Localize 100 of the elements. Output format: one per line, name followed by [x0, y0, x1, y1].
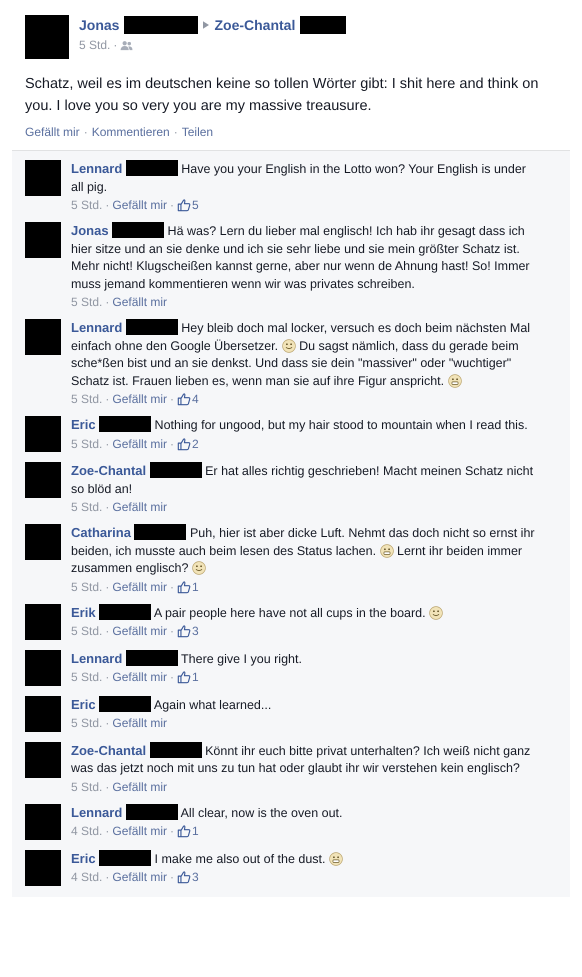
author-link[interactable]: Eric	[71, 850, 96, 866]
action-link[interactable]: Teilen	[182, 125, 214, 139]
smiley-icon	[380, 544, 394, 558]
action-link[interactable]: Gefällt mir	[25, 125, 80, 139]
like-link[interactable]: Gefällt mir	[112, 436, 168, 450]
like-link[interactable]: Gefällt mir	[112, 716, 168, 730]
author-link[interactable]: Erik	[71, 604, 96, 620]
avatar	[25, 160, 61, 196]
like-count[interactable]: 1	[177, 580, 199, 594]
avatar	[25, 416, 61, 452]
like-link[interactable]: Gefällt mir	[112, 824, 168, 838]
separator: ·	[170, 624, 174, 638]
separator: ·	[105, 870, 110, 884]
action-link[interactable]: Kommentieren	[92, 125, 170, 139]
arrow-icon	[203, 21, 210, 29]
like-count[interactable]: 1	[177, 670, 199, 684]
like-link[interactable]: Gefällt mir	[112, 295, 168, 309]
comment-text: Zoe-Chantal Könnt ihr euch bitte privat unterhalten? Ich weiß nicht ganz was das jetzt noch mit uns zu tun hat oder glaubt ihr wir verstehen kein englisch?	[71, 742, 532, 777]
author-link[interactable]: Lennard	[71, 161, 122, 176]
thumbs-up-icon	[177, 392, 192, 406]
like-link[interactable]: Gefällt mir	[112, 870, 168, 884]
comment-text: Erik A pair people here have not all cups in the board.	[71, 604, 541, 622]
comment-text: Jonas Hä was? Lern du lieber mal englisch! Ich hab ihr gesagt dass ich hier sitze und an sie denke und ich sie sehr liebe und sie mein größter Schatz ist. Mehr nicht! Klugscheißen kannst gerne, aber nur wenn de Ahnung hast! So! Immer muss jemand kommentieren wenn wir was privates schreiben.	[71, 222, 531, 293]
like-count[interactable]: 3	[177, 870, 199, 884]
timestamp: 5 Std.	[71, 295, 102, 309]
redaction-bar	[99, 416, 152, 432]
redaction-bar	[99, 850, 152, 866]
like-link[interactable]: Gefällt mir	[112, 624, 168, 638]
comment-text: Lennard All clear, now is the oven out.	[71, 804, 344, 822]
redaction-bar	[134, 524, 186, 540]
author-link[interactable]: Jonas	[71, 223, 109, 238]
author-link[interactable]: Zoe-Chantal	[71, 742, 146, 758]
like-link[interactable]: Gefällt mir	[112, 198, 168, 212]
timestamp: 5 Std.	[71, 670, 102, 684]
separator: ·	[105, 295, 110, 309]
comment-text: Lennard There give I you right.	[71, 650, 303, 668]
redaction-bar	[300, 16, 346, 34]
avatar	[25, 319, 61, 355]
redaction-bar	[126, 319, 178, 336]
redaction-bar	[99, 604, 152, 620]
timestamp: 5 Std.	[79, 38, 110, 52]
like-link[interactable]: Gefällt mir	[112, 500, 168, 514]
separator: ·	[105, 716, 110, 730]
author-link[interactable]: Zoe-Chantal	[71, 463, 146, 478]
avatar	[25, 222, 61, 258]
separator: ·	[84, 125, 88, 139]
thumbs-up-icon	[177, 624, 192, 638]
comment-text: Eric Nothing for ungood, but my hair stood to mountain when I read this.	[71, 416, 529, 434]
redaction-bar	[112, 222, 164, 238]
author-link[interactable]: Catharina	[71, 525, 131, 540]
separator: ·	[170, 870, 174, 884]
thumbs-up-icon	[177, 824, 192, 838]
like-count[interactable]: 1	[177, 824, 199, 838]
timestamp: 4 Std.	[71, 870, 102, 884]
like-count[interactable]: 5	[177, 198, 199, 212]
avatar	[25, 850, 61, 886]
author-link[interactable]: Eric	[71, 696, 96, 712]
timestamp: 5 Std.	[71, 198, 102, 212]
author-link[interactable]: Eric	[71, 417, 96, 432]
like-count[interactable]: 2	[177, 436, 199, 450]
separator: ·	[170, 198, 174, 212]
redaction-bar	[150, 742, 202, 758]
timestamp: 5 Std.	[71, 500, 102, 514]
avatar	[25, 696, 61, 732]
separator: ·	[105, 780, 110, 794]
thumbs-up-icon	[177, 870, 192, 884]
thumbs-up-icon	[177, 198, 192, 212]
avatar	[25, 742, 61, 778]
author-link[interactable]: Jonas	[79, 17, 120, 33]
separator: ·	[105, 198, 110, 212]
separator: ·	[170, 824, 174, 838]
timestamp: 5 Std.	[71, 392, 102, 406]
redaction-bar	[126, 804, 178, 820]
thumbs-up-icon	[177, 670, 192, 684]
like-link[interactable]: Gefällt mir	[112, 392, 168, 406]
timestamp: 5 Std.	[71, 780, 102, 794]
comment-text: Lennard Have you your English in the Lotto won? Your English is under all pig.	[71, 160, 527, 196]
author-link[interactable]: Lennard	[71, 804, 122, 820]
avatar	[25, 462, 61, 498]
like-link[interactable]: Gefällt mir	[112, 670, 168, 684]
separator: ·	[105, 580, 110, 594]
like-count[interactable]: 4	[177, 392, 199, 406]
redaction-bar	[126, 650, 178, 666]
recipient-link[interactable]: Zoe-Chantal	[214, 17, 296, 33]
like-link[interactable]: Gefällt mir	[112, 580, 168, 594]
separator: ·	[105, 436, 110, 450]
separator: ·	[105, 670, 110, 684]
comment-text: Eric Again what learned...	[71, 696, 272, 714]
smiley-icon	[328, 852, 343, 866]
separator: ·	[113, 38, 118, 52]
like-link[interactable]: Gefällt mir	[112, 780, 168, 794]
thumbs-up-icon	[177, 436, 192, 450]
redaction-bar	[99, 696, 152, 712]
author-link[interactable]: Lennard	[71, 320, 122, 335]
like-count[interactable]: 3	[177, 624, 199, 638]
redaction-bar	[126, 160, 178, 176]
smiley-icon	[448, 374, 462, 388]
separator: ·	[170, 580, 174, 594]
author-link[interactable]: Lennard	[71, 650, 122, 666]
smiley-icon	[192, 561, 206, 575]
